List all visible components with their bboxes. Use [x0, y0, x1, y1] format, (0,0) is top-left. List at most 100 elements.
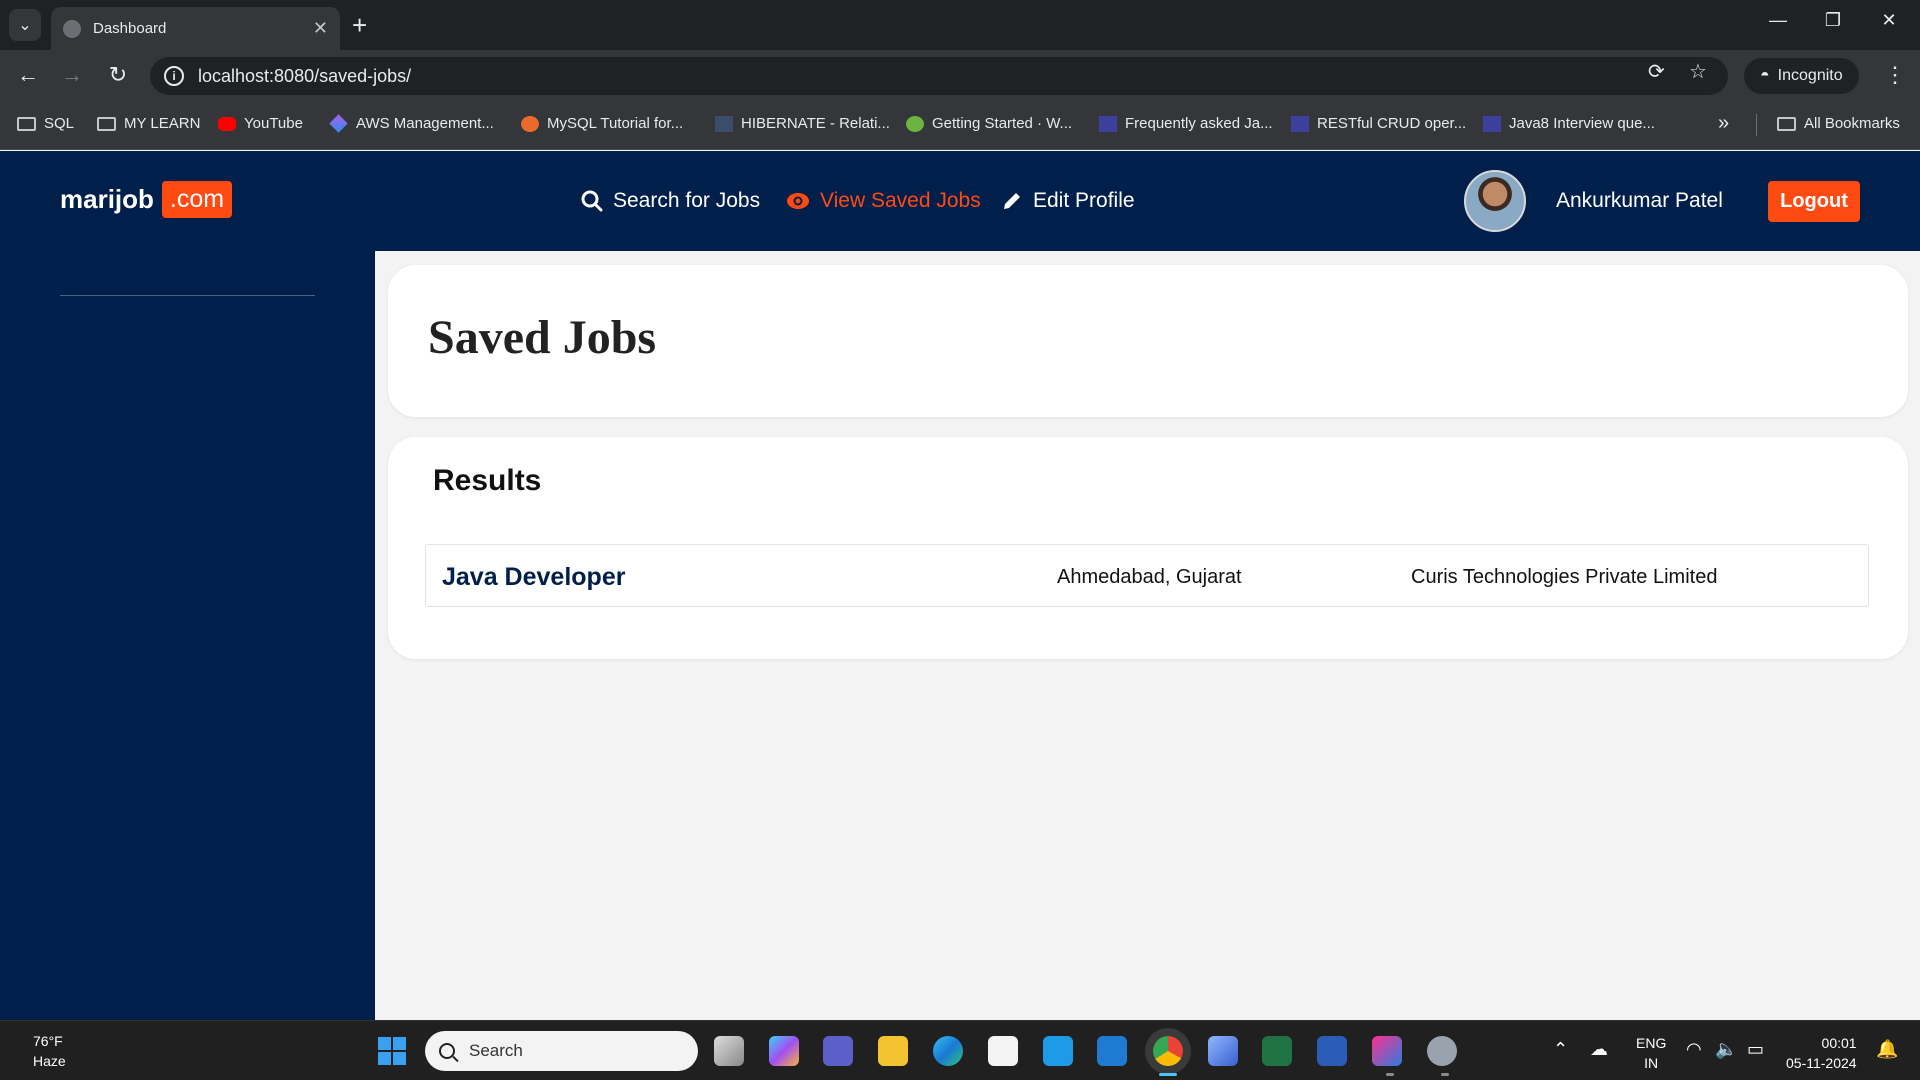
sidebar [0, 251, 375, 1020]
user-name: Ankurkumar Patel [1556, 189, 1723, 212]
taskbar-search[interactable]: Search [425, 1031, 698, 1071]
teams-icon[interactable] [823, 1036, 853, 1066]
wifi-icon[interactable]: ◠ [1686, 1039, 1702, 1060]
bookmark-hibernate[interactable]: HIBERNATE - Relati... [715, 115, 890, 132]
more-bookmarks-icon[interactable]: » [1718, 112, 1729, 135]
bookmark-restful[interactable]: RESTful CRUD oper... [1291, 115, 1466, 132]
folder-icon [97, 116, 116, 131]
myhp-icon[interactable] [1043, 1036, 1073, 1066]
nav-saved-jobs-label: View Saved Jobs [820, 189, 981, 212]
folder-icon [17, 116, 36, 131]
settings-gear-icon[interactable] [1427, 1036, 1457, 1066]
translate-icon[interactable]: ⟳ [1648, 59, 1665, 84]
weather-desc: Haze [33, 1053, 66, 1069]
bookmark-my-learn[interactable]: MY LEARN [97, 115, 200, 132]
volume-icon[interactable]: 🔈 [1715, 1039, 1737, 1060]
saved-job-row[interactable]: Java Developer Ahmedabad, Gujarat Curis … [425, 544, 1869, 607]
close-window-icon[interactable]: ✕ [1874, 10, 1904, 31]
java-icon [1483, 115, 1501, 132]
battery-icon[interactable]: ▭ [1747, 1039, 1764, 1060]
title-card: Saved Jobs [388, 265, 1908, 417]
clock[interactable]: 00:01 05-11-2024 [1786, 1033, 1857, 1073]
running-indicator [1386, 1073, 1394, 1076]
reload-icon[interactable]: ↻ [104, 62, 132, 88]
sidebar-divider [60, 295, 315, 296]
vscode-icon[interactable] [1097, 1036, 1127, 1066]
bookmark-label: MySQL Tutorial for... [547, 115, 684, 132]
notification-bell-icon[interactable]: 🔔 [1876, 1039, 1898, 1060]
onedrive-cloud-icon[interactable]: ☁ [1590, 1039, 1608, 1060]
word-icon[interactable] [1317, 1036, 1347, 1066]
bookmark-label: RESTful CRUD oper... [1317, 115, 1467, 132]
user-avatar[interactable] [1464, 170, 1526, 232]
intellij-icon[interactable] [1372, 1036, 1402, 1066]
logo-text: marijob [60, 184, 154, 214]
bookmark-label: MY LEARN [124, 115, 201, 132]
bookmark-label: All Bookmarks [1804, 115, 1900, 132]
bookmark-star-icon[interactable]: ☆ [1689, 59, 1707, 84]
browser-tab[interactable]: Dashboard ✕ [51, 7, 340, 50]
close-tab-icon[interactable]: ✕ [313, 18, 328, 39]
clock-time: 00:01 [1821, 1035, 1857, 1051]
new-tab-plus-icon[interactable]: + [352, 12, 367, 38]
back-arrow-icon[interactable]: ← [14, 62, 42, 88]
incognito-label: Incognito [1777, 67, 1843, 84]
running-indicator [1441, 1073, 1449, 1076]
bookmark-label: Getting Started · W... [932, 115, 1073, 132]
aws-icon [329, 114, 348, 133]
bookmark-faq-java[interactable]: Frequently asked Ja... [1099, 115, 1273, 132]
tray-chevron-up-icon[interactable]: ⌃ [1553, 1039, 1568, 1060]
nav-edit-profile[interactable]: Edit Profile [1001, 189, 1135, 213]
java-icon [1099, 115, 1117, 132]
site-logo[interactable]: marijob .com [60, 181, 233, 218]
restore-icon[interactable]: ❐ [1818, 10, 1848, 31]
url-text: localhost:8080/saved-jobs/ [198, 65, 412, 86]
app-header: marijob .com Search for Jobs View Saved … [0, 151, 1920, 251]
windows-start-icon[interactable] [378, 1037, 406, 1065]
spring-icon [906, 115, 924, 132]
browser-menu-icon[interactable]: ⋮ [1884, 62, 1906, 88]
copilot-icon[interactable] [769, 1036, 799, 1066]
bookmarks-bar: SQL MY LEARN YouTube AWS Management... M… [0, 100, 1920, 150]
bookmark-aws[interactable]: AWS Management... [329, 114, 494, 133]
globe-icon [63, 19, 81, 38]
job-location: Ahmedabad, Gujarat [1057, 566, 1242, 588]
incognito-icon: ◓ [1760, 67, 1770, 84]
minimize-icon[interactable]: — [1763, 10, 1793, 31]
site-info-icon[interactable]: i [164, 66, 184, 86]
taskbar-search-label: Search [469, 1041, 523, 1060]
store-icon[interactable] [988, 1036, 1018, 1066]
nav-search-jobs[interactable]: Search for Jobs [581, 189, 760, 213]
bookmark-getting-started[interactable]: Getting Started · W... [906, 115, 1072, 132]
bookmark-sql[interactable]: SQL [17, 115, 74, 132]
language-indicator[interactable]: ENG IN [1636, 1033, 1666, 1073]
file-explorer-icon[interactable] [878, 1036, 908, 1066]
address-bar[interactable]: i localhost:8080/saved-jobs/ [150, 57, 1728, 95]
remote-desktop-icon[interactable] [1208, 1036, 1238, 1066]
lang-primary: ENG [1636, 1035, 1667, 1051]
bookmark-mysql[interactable]: MySQL Tutorial for... [521, 115, 683, 132]
bookmark-java8[interactable]: Java8 Interview que... [1483, 115, 1655, 132]
job-title-link[interactable]: Java Developer [442, 563, 625, 592]
nav-saved-jobs[interactable]: View Saved Jobs [786, 189, 981, 213]
incognito-button[interactable]: ◓ Incognito [1744, 58, 1859, 94]
excel-icon[interactable] [1262, 1036, 1292, 1066]
bookmark-youtube[interactable]: YouTube [218, 115, 303, 132]
bookmark-label: YouTube [244, 115, 303, 132]
bookmark-label: Frequently asked Ja... [1125, 115, 1273, 132]
logout-button[interactable]: Logout [1768, 181, 1860, 222]
chrome-icon[interactable] [1153, 1036, 1183, 1066]
forward-arrow-icon[interactable]: → [58, 62, 86, 88]
tab-search-chevron-icon[interactable]: ⌄ [9, 9, 41, 41]
all-bookmarks[interactable]: All Bookmarks [1777, 115, 1900, 132]
weather-widget[interactable]: 76°F Haze [33, 1031, 66, 1071]
task-view-icon[interactable] [714, 1036, 744, 1066]
results-heading: Results [433, 464, 542, 497]
main-content: Saved Jobs Results Java Developer Ahmeda… [375, 251, 1920, 1020]
bookmark-label: AWS Management... [356, 115, 494, 132]
eye-icon [787, 193, 809, 209]
active-indicator [1159, 1073, 1177, 1076]
search-icon [581, 190, 603, 212]
bookmark-label: SQL [44, 115, 75, 132]
edge-icon[interactable] [933, 1036, 963, 1066]
